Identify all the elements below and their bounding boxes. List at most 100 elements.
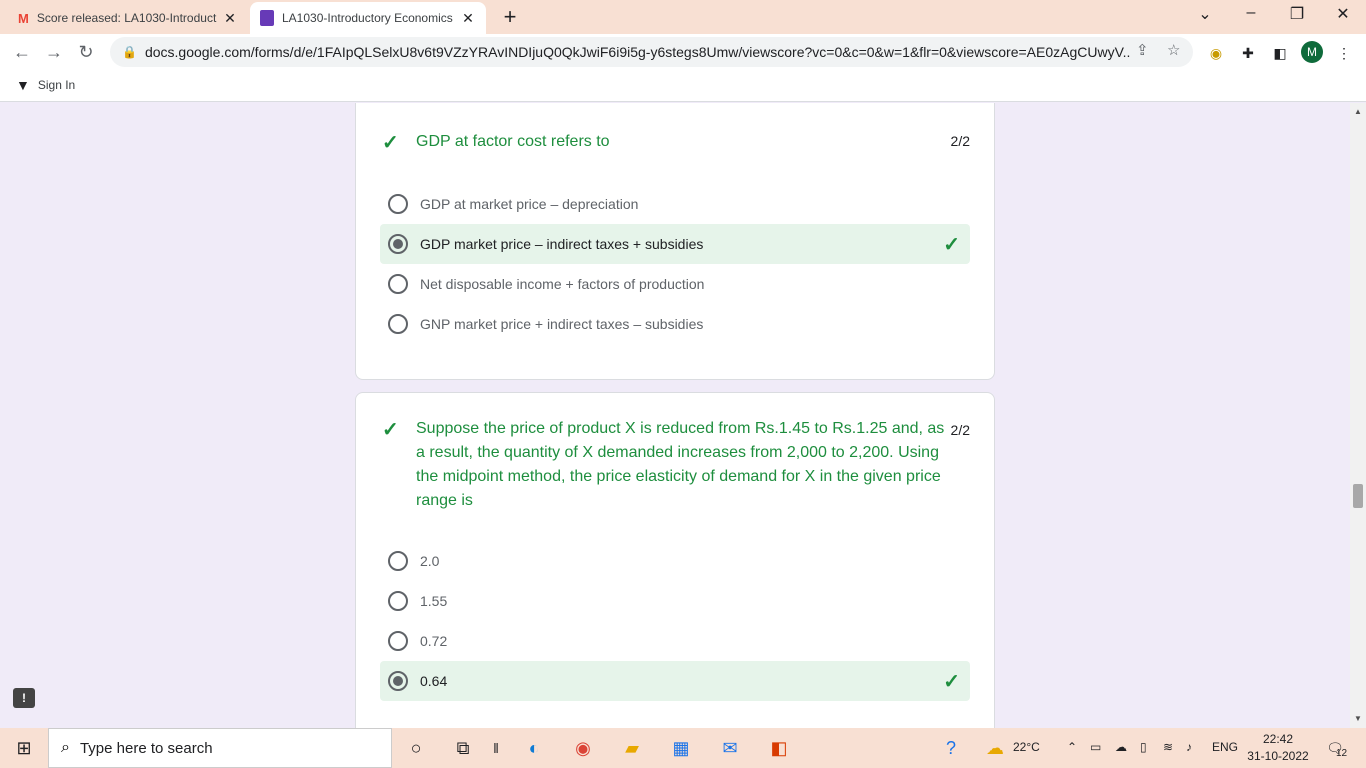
- bookmark-sign-in[interactable]: ▼ Sign In: [16, 77, 75, 93]
- close-window-button[interactable]: ✕: [1331, 4, 1355, 24]
- correct-check-icon: ✓: [943, 670, 960, 693]
- correct-check-icon: ✓: [943, 233, 960, 256]
- volume-icon[interactable]: ♪: [1186, 740, 1192, 754]
- option-label: 2.0: [420, 553, 440, 569]
- scroll-up-arrow-icon[interactable]: ▲: [1350, 105, 1366, 119]
- lock-icon: 🔒: [122, 45, 137, 59]
- address-bar[interactable]: 🔒 docs.google.com/forms/d/e/1FAIpQLSelxU…: [110, 37, 1193, 67]
- tab-title: LA1030-Introductory Economics: [282, 11, 453, 25]
- tab-gmail[interactable]: M Score released: LA1030-Introduct ✕: [8, 2, 248, 34]
- tab-forms[interactable]: LA1030-Introductory Economics ✕: [250, 2, 486, 34]
- question-header: ✓ Suppose the price of product X is redu…: [382, 417, 948, 513]
- browser-toolbar: ← → ↻ 🔒 docs.google.com/forms/d/e/1FAIpQ…: [0, 34, 1366, 70]
- radio-button-selected[interactable]: [388, 234, 408, 254]
- clock[interactable]: 22:42 31-10-2022: [1247, 731, 1309, 765]
- mail-icon[interactable]: ✉: [717, 736, 743, 760]
- answer-option[interactable]: 1.55: [380, 581, 970, 621]
- radio-button[interactable]: [388, 551, 408, 571]
- answer-option-correct[interactable]: 0.64 ✓: [380, 661, 970, 701]
- menu-icon[interactable]: ⋮: [1334, 43, 1354, 63]
- option-label: GDP at market price – depreciation: [420, 196, 639, 212]
- help-icon[interactable]: ?: [938, 736, 964, 760]
- bookmarks-bar: ▼ Sign In: [0, 70, 1366, 102]
- radio-button[interactable]: [388, 194, 408, 214]
- answer-option[interactable]: GNP market price + indirect taxes – subs…: [380, 304, 970, 344]
- chrome-icon[interactable]: ◉: [570, 736, 596, 760]
- weather-icon[interactable]: ☁: [982, 736, 1008, 760]
- answer-option[interactable]: 2.0: [380, 541, 970, 581]
- bookmark-star-icon[interactable]: ☆: [1167, 41, 1180, 59]
- notification-count: 12: [1336, 748, 1348, 759]
- forms-icon: [260, 10, 274, 26]
- page-scrollbar[interactable]: ▲ ▼: [1350, 103, 1366, 728]
- option-label: 0.64: [420, 673, 448, 689]
- scroll-down-arrow-icon[interactable]: ▼: [1350, 712, 1366, 726]
- radio-button-selected[interactable]: [388, 671, 408, 691]
- answer-option-correct[interactable]: GDP market price – indirect taxes + subs…: [380, 224, 970, 264]
- answer-option[interactable]: GDP at market price – depreciation: [380, 184, 970, 224]
- windows-start-icon[interactable]: ⊞: [11, 736, 37, 760]
- option-label: Net disposable income + factors of produ…: [420, 276, 705, 292]
- show-hidden-icons-icon[interactable]: ⌃: [1067, 740, 1077, 754]
- question-score: 2/2: [950, 133, 970, 149]
- option-label: GDP market price – indirect taxes + subs…: [420, 236, 704, 252]
- option-label: 0.72: [420, 633, 448, 649]
- tray-device-icon[interactable]: ▭: [1090, 740, 1101, 754]
- url-text: docs.google.com/forms/d/e/1FAIpQLSelxU8v…: [144, 44, 1130, 60]
- option-label: GNP market price + indirect taxes – subs…: [420, 316, 704, 332]
- back-icon[interactable]: ←: [10, 40, 34, 64]
- question-text: GDP at factor cost refers to: [416, 133, 610, 150]
- task-view-icon[interactable]: ⧉: [450, 736, 476, 760]
- report-feedback-icon[interactable]: !: [13, 688, 35, 708]
- correct-check-icon: ✓: [382, 419, 399, 441]
- cortana-icon[interactable]: ○: [403, 736, 429, 760]
- search-placeholder: Type here to search: [79, 739, 213, 757]
- store-icon[interactable]: ▦: [668, 736, 694, 760]
- answer-option[interactable]: Net disposable income + factors of produ…: [380, 264, 970, 304]
- gmail-icon: M: [18, 10, 29, 26]
- restore-button[interactable]: ❐: [1285, 4, 1309, 24]
- option-label: 1.55: [420, 593, 448, 609]
- search-icon: ⌕: [61, 739, 70, 756]
- new-tab-button[interactable]: +: [498, 4, 522, 30]
- edge-icon[interactable]: ◐: [521, 736, 547, 760]
- bookmark-label: Sign In: [37, 78, 76, 92]
- close-tab-icon[interactable]: ✕: [460, 10, 476, 27]
- question-card: ✓ Suppose the price of product X is redu…: [355, 392, 995, 728]
- question-text: Suppose the price of product X is reduce…: [416, 420, 945, 509]
- bookmark-logo-icon: ▼: [16, 77, 30, 93]
- clock-date: 31-10-2022: [1247, 749, 1309, 763]
- radio-button[interactable]: [388, 314, 408, 334]
- forward-icon[interactable]: →: [42, 40, 66, 64]
- radio-button[interactable]: [388, 631, 408, 651]
- avatar[interactable]: M: [1301, 41, 1323, 63]
- tab-search-icon[interactable]: ⌄: [1193, 4, 1217, 24]
- scrollbar-thumb[interactable]: [1353, 484, 1363, 508]
- minimize-button[interactable]: –: [1239, 4, 1263, 22]
- share-icon[interactable]: ⇪: [1136, 41, 1149, 59]
- close-tab-icon[interactable]: ✕: [222, 10, 238, 27]
- taskbar-search[interactable]: ⌕ Type here to search: [48, 728, 392, 768]
- file-explorer-icon[interactable]: ▰: [619, 736, 645, 760]
- form-page: ✓ GDP at factor cost refers to 2/2 GDP a…: [0, 103, 1350, 728]
- radio-button[interactable]: [388, 591, 408, 611]
- side-panel-icon[interactable]: ◧: [1270, 43, 1290, 63]
- question-header: ✓ GDP at factor cost refers to: [382, 130, 916, 155]
- office-icon[interactable]: ◧: [766, 736, 792, 760]
- radio-button[interactable]: [388, 274, 408, 294]
- clock-time: 22:42: [1262, 732, 1294, 746]
- answer-option[interactable]: 0.72: [380, 621, 970, 661]
- wifi-icon[interactable]: ≋: [1163, 740, 1173, 754]
- windows-taskbar: ⊞ ⌕ Type here to search ○ ⧉ ‖ ◐ ◉ ▰ ▦ ✉ …: [0, 728, 1366, 768]
- weather-temp[interactable]: 22°C: [1013, 740, 1040, 754]
- extensions-puzzle-icon[interactable]: ✚: [1238, 43, 1258, 63]
- extension-icon[interactable]: ◉: [1206, 43, 1226, 63]
- tab-title: Score released: LA1030-Introduct: [36, 11, 217, 25]
- reload-icon[interactable]: ↻: [74, 40, 98, 64]
- tray-battery-icon[interactable]: ▯: [1140, 740, 1147, 754]
- question-score: 2/2: [950, 422, 970, 438]
- language-indicator[interactable]: ENG: [1212, 740, 1238, 754]
- browser-titlebar: M Score released: LA1030-Introduct ✕ LA1…: [0, 0, 1366, 34]
- tray-network-cloud-icon[interactable]: ☁: [1115, 740, 1127, 754]
- question-card: ✓ GDP at factor cost refers to 2/2 GDP a…: [355, 103, 995, 380]
